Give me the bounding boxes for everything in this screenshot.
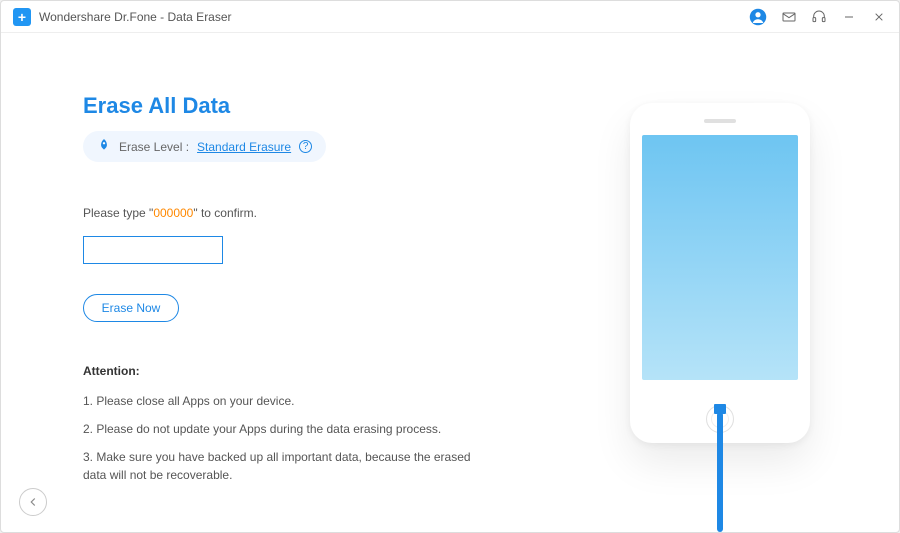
right-panel: [541, 33, 899, 532]
title-left: + Wondershare Dr.Fone - Data Eraser: [13, 8, 232, 26]
erase-now-button[interactable]: Erase Now: [83, 294, 179, 322]
erase-level-pill: Erase Level : Standard Erasure ?: [83, 131, 326, 162]
phone-screen: [642, 135, 798, 380]
mail-icon[interactable]: [781, 9, 797, 25]
app-window: + Wondershare Dr.Fone - Data Eraser Eras…: [0, 0, 900, 533]
confirm-input[interactable]: [83, 236, 223, 264]
headset-icon[interactable]: [811, 9, 827, 25]
phone-illustration: [630, 103, 810, 443]
confirm-prefix: Please type ": [83, 206, 153, 220]
content-area: Erase All Data Erase Level : Standard Er…: [1, 33, 899, 532]
rocket-icon: [97, 138, 111, 155]
attention-block: Attention: 1. Please close all Apps on y…: [83, 364, 483, 484]
title-right: [749, 8, 887, 26]
user-account-icon[interactable]: [749, 8, 767, 26]
erase-level-value-link[interactable]: Standard Erasure: [197, 140, 291, 154]
help-icon[interactable]: ?: [299, 140, 312, 153]
app-logo-icon: +: [13, 8, 31, 26]
app-title: Wondershare Dr.Fone - Data Eraser: [39, 10, 232, 24]
confirm-block: Please type "000000" to confirm. Erase N…: [83, 206, 541, 322]
attention-item: 1. Please close all Apps on your device.: [83, 392, 483, 410]
attention-item: 3. Make sure you have backed up all impo…: [83, 448, 483, 484]
erase-level-label: Erase Level :: [119, 140, 189, 154]
left-panel: Erase All Data Erase Level : Standard Er…: [1, 33, 541, 532]
confirm-suffix: " to confirm.: [193, 206, 257, 220]
minimize-button[interactable]: [841, 9, 857, 25]
title-bar: + Wondershare Dr.Fone - Data Eraser: [1, 1, 899, 33]
confirm-instruction: Please type "000000" to confirm.: [83, 206, 541, 220]
confirm-code: 000000: [153, 206, 193, 220]
attention-item: 2. Please do not update your Apps during…: [83, 420, 483, 438]
back-button[interactable]: [19, 488, 47, 516]
cable-illustration: [717, 412, 723, 532]
page-title: Erase All Data: [83, 93, 541, 119]
close-button[interactable]: [871, 9, 887, 25]
attention-title: Attention:: [83, 364, 483, 378]
